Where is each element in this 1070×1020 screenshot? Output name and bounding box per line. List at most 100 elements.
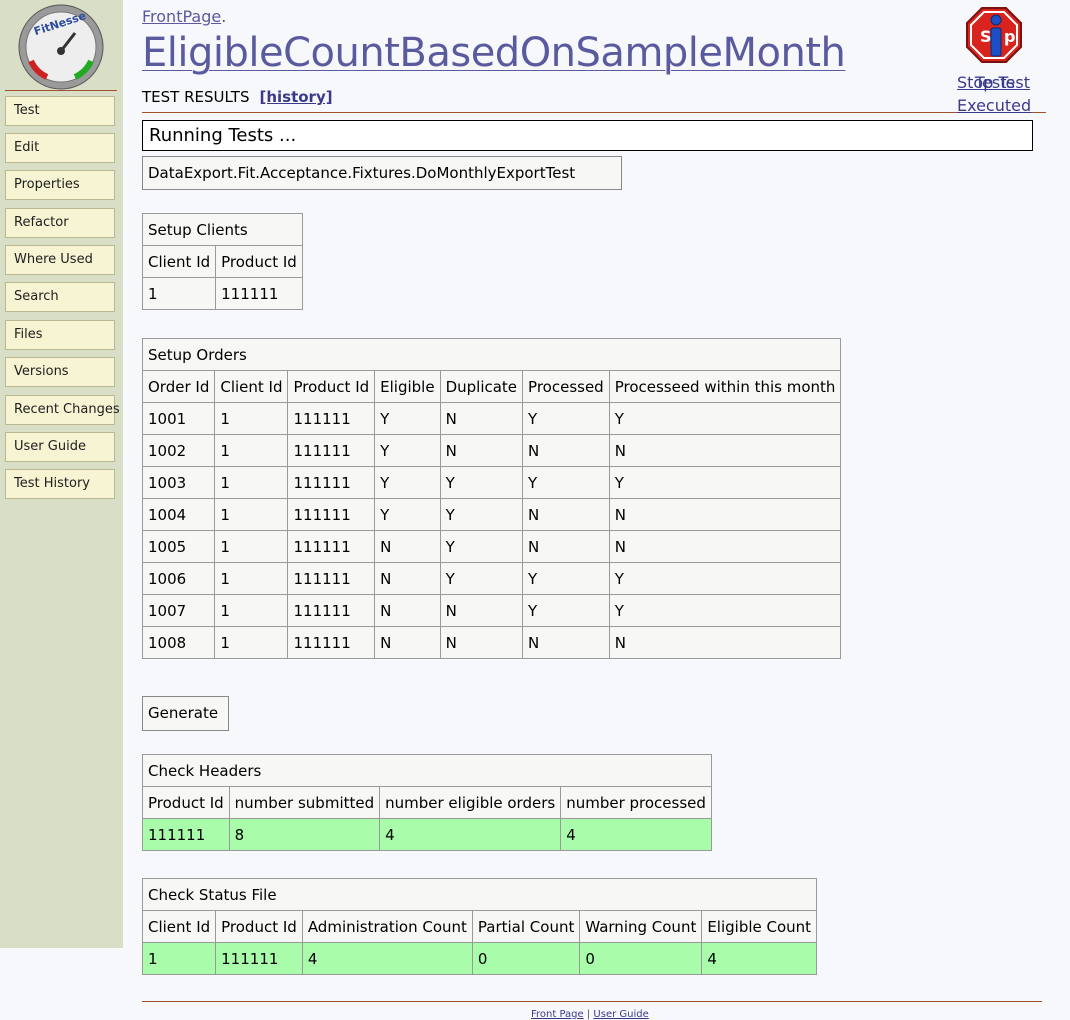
table-cell: Y — [439, 530, 524, 563]
table-cell: 111111 — [287, 434, 376, 467]
nav-files[interactable]: Files — [5, 320, 115, 350]
table-cell: N — [374, 562, 441, 595]
running-tests-banner: Running Tests ... — [142, 120, 1033, 151]
table-cell: N — [439, 626, 524, 659]
footer-user-guide-link[interactable]: User Guide — [593, 1009, 648, 1020]
footer-divider — [142, 1001, 1042, 1002]
table-cell: N — [439, 434, 524, 467]
page-title[interactable]: EligibleCountBasedOnSampleMonth — [142, 30, 846, 76]
table-row: 1004 1 111111 Y Y N N — [141, 498, 842, 531]
column-header: number eligible orders — [379, 786, 562, 819]
stop-sign-info-icon[interactable]: S p — [965, 6, 1023, 64]
nav-where-used[interactable]: Where Used — [5, 245, 115, 275]
table-cell: N — [439, 594, 524, 627]
table-cell: Y — [374, 498, 441, 531]
nav-user-guide[interactable]: User Guide — [5, 432, 115, 462]
table-cell: N — [374, 594, 441, 627]
table-cell: Y — [608, 562, 842, 595]
table-header-row: Product Id number submitted number eligi… — [142, 786, 712, 819]
check-headers-table: Check Headers Product Id number submitte… — [142, 754, 712, 851]
table-row: 1005 1 111111 N Y N N — [141, 530, 842, 563]
footer: Front Page | User Guide — [531, 1009, 649, 1020]
nav-recent-changes[interactable]: Recent Changes — [5, 395, 120, 425]
fitnesse-logo[interactable]: FitNesse — [17, 3, 105, 91]
table-title: Check Headers — [142, 754, 712, 787]
table-header-row: Order Id Client Id Product Id Eligible D… — [141, 370, 842, 403]
table-row: 1008 1 111111 N N N N — [141, 626, 842, 659]
table-title-row: Setup Orders — [141, 338, 842, 371]
svg-text:p: p — [1004, 27, 1015, 46]
column-header: Client Id — [214, 370, 289, 403]
table-row: 1 111111 — [141, 277, 303, 310]
table-title-row: Check Headers — [142, 754, 712, 787]
table-cell: 1005 — [141, 530, 216, 563]
check-status-file-table: Check Status File Client Id Product Id A… — [141, 878, 818, 975]
nav-refactor[interactable]: Refactor — [5, 208, 115, 238]
nav-test-history[interactable]: Test History — [5, 469, 115, 499]
pass-cell: 0 — [471, 942, 581, 975]
table-title-row: Check Status File — [141, 878, 818, 911]
table-cell: Y — [374, 434, 441, 467]
table-header-row: Client Id Product Id Administration Coun… — [141, 910, 818, 943]
table-header-row: Client Id Product Id — [141, 245, 303, 278]
table-cell: 111111 — [287, 402, 376, 435]
table-cell: 1003 — [141, 466, 216, 499]
table-cell: N — [439, 402, 524, 435]
svg-text:S: S — [980, 27, 992, 46]
table-cell: Y — [608, 402, 842, 435]
table-cell: N — [374, 530, 441, 563]
header-divider — [142, 112, 1046, 113]
table-cell: 111111 — [287, 594, 376, 627]
pass-cell: 4 — [301, 942, 473, 975]
table-cell: 1 — [214, 530, 289, 563]
tests-link[interactable]: Tests — [975, 73, 1015, 92]
column-header: number submitted — [228, 786, 381, 819]
pass-cell: 4 — [379, 818, 562, 851]
nav-properties[interactable]: Properties — [5, 170, 115, 200]
table-cell: Y — [439, 498, 524, 531]
column-header: Product Id — [287, 370, 376, 403]
pass-cell: 0 — [579, 942, 703, 975]
breadcrumb-frontpage-link[interactable]: FrontPage — [142, 7, 221, 26]
footer-front-page-link[interactable]: Front Page — [531, 1009, 584, 1020]
table-cell: 111111 — [287, 466, 376, 499]
setup-orders-table: Setup Orders Order Id Client Id Product … — [141, 338, 842, 659]
executed-link[interactable]: Executed — [957, 96, 1031, 115]
nav-versions[interactable]: Versions — [5, 357, 115, 387]
column-header: Order Id — [141, 370, 216, 403]
pass-cell: 111111 — [215, 942, 303, 975]
table-cell: N — [374, 626, 441, 659]
table-cell: 1007 — [141, 594, 216, 627]
breadcrumb-separator: . — [221, 7, 227, 26]
column-header: Client Id — [141, 245, 217, 278]
table-row: 1 111111 4 0 0 4 — [141, 942, 818, 975]
test-results-label: TEST RESULTS — [142, 88, 250, 106]
column-header: Processed — [522, 370, 610, 403]
history-link[interactable]: [history] — [259, 88, 332, 106]
table-cell: N — [608, 434, 842, 467]
table-cell: 1 — [214, 594, 289, 627]
setup-clients-table: Setup Clients Client Id Product Id 1 111… — [141, 213, 303, 310]
column-header: Eligible — [374, 370, 441, 403]
table-row: 1002 1 111111 Y N N N — [141, 434, 842, 467]
table-cell: 1002 — [141, 434, 216, 467]
nav-test[interactable]: Test — [5, 96, 115, 126]
logo-divider — [5, 90, 117, 91]
table-cell: 1006 — [141, 562, 216, 595]
table-cell: Y — [374, 402, 441, 435]
table-cell: N — [522, 498, 610, 531]
table-cell: N — [608, 626, 842, 659]
pass-cell: 4 — [560, 818, 712, 851]
column-header: Eligible Count — [701, 910, 818, 943]
nav-search[interactable]: Search — [5, 282, 115, 312]
table-cell: Y — [522, 466, 610, 499]
table-cell: 1 — [214, 562, 289, 595]
nav-edit[interactable]: Edit — [5, 133, 115, 163]
table-cell: Y — [608, 594, 842, 627]
column-header: number processed — [560, 786, 712, 819]
pass-cell: 111111 — [142, 818, 230, 851]
table-cell: 1 — [141, 277, 217, 310]
table-cell: N — [522, 434, 610, 467]
table-cell: 1 — [214, 402, 289, 435]
pass-cell: 1 — [141, 942, 217, 975]
